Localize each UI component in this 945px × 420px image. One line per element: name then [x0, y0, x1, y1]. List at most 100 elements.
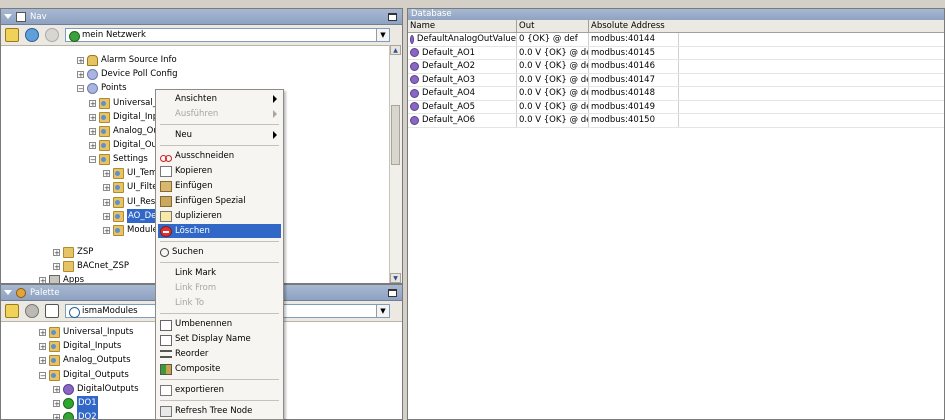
expand-icon[interactable]: + [103, 226, 110, 234]
menu-item-composite[interactable]: Composite [158, 362, 281, 376]
tree-item[interactable]: + Digital_Inputs [39, 339, 121, 353]
tree-item[interactable]: + UI_Filte [103, 180, 158, 194]
table-row[interactable]: Default_AO3 0.0 V {OK} @ def modbus:4014… [408, 73, 944, 87]
expand-icon[interactable]: + [77, 70, 84, 78]
menu-item-ansichten[interactable]: Ansichten [158, 92, 281, 106]
tree-item[interactable]: + Digital_Inpu [89, 110, 164, 124]
export-icon [160, 384, 172, 396]
tree-item[interactable]: − Points [77, 81, 127, 95]
tree-item[interactable]: + DigitalOutputs [53, 382, 139, 396]
table-row[interactable]: Default_AO4 0.0 V {OK} @ def modbus:4014… [408, 87, 944, 101]
cell-address: modbus:40146 [589, 60, 679, 73]
expand-icon[interactable]: + [53, 385, 60, 393]
menu-item-refresh-tree-node[interactable]: Refresh Tree Node [158, 404, 281, 418]
menu-item-link-from[interactable]: Link From [158, 281, 281, 295]
menu-item-loeschen[interactable]: Löschen [158, 224, 281, 238]
network-select[interactable]: mein Netzwerk ▼ [65, 28, 390, 42]
tree-item[interactable]: + Alarm Source Info [77, 53, 177, 67]
scroll-up-icon[interactable]: ▲ [390, 45, 401, 55]
menu-item-einfuegen[interactable]: Einfügen [158, 179, 281, 193]
collapse-icon[interactable] [4, 290, 12, 295]
menu-item-einfuegen-spezial[interactable]: Einfügen Spezial [158, 194, 281, 208]
sync-icon[interactable] [25, 28, 39, 42]
menu-item-link-mark[interactable]: Link Mark [158, 266, 281, 280]
expand-icon[interactable]: + [103, 169, 110, 177]
table-row[interactable]: Default_AO2 0.0 V {OK} @ def modbus:4014… [408, 60, 944, 74]
column-header-address[interactable]: Absolute Address [589, 20, 944, 32]
column-header-out[interactable]: Out [517, 20, 589, 32]
database-titlebar: Database [408, 9, 944, 20]
expand-icon[interactable]: + [103, 212, 110, 220]
expand-icon[interactable]: + [89, 127, 96, 135]
tree-item[interactable]: + Analog_Out [89, 124, 162, 138]
maximize-icon[interactable] [388, 12, 397, 21]
expand-icon[interactable]: + [39, 276, 46, 283]
tree-item[interactable]: + UI_Reso [103, 195, 160, 209]
menu-item-umbenennen[interactable]: Umbenennen [158, 317, 281, 331]
table-row[interactable]: Default_AO6 0.0 V {OK} @ def modbus:4015… [408, 114, 944, 128]
collapse-tree-icon[interactable]: − [77, 84, 84, 92]
collapse-tree-icon[interactable]: − [39, 371, 46, 379]
home-icon[interactable] [5, 28, 19, 42]
tree-item-selected[interactable]: + AO_Def [103, 209, 161, 223]
expand-icon[interactable]: + [39, 342, 46, 350]
open-folder-icon[interactable] [5, 304, 19, 318]
expand-icon[interactable]: + [89, 99, 96, 107]
table-row[interactable]: Default_AO1 0.0 V {OK} @ def modbus:4014… [408, 46, 944, 60]
expand-icon[interactable]: + [89, 113, 96, 121]
tree-item[interactable]: + UI_Tem [103, 166, 157, 180]
expand-icon[interactable]: + [89, 141, 96, 149]
tree-item[interactable]: + Device Poll Config [77, 67, 178, 81]
table-row[interactable]: DefaultAnalogOutValue 0 {OK} @ def modbu… [408, 33, 944, 47]
search-icon[interactable] [45, 304, 59, 318]
expand-icon[interactable]: + [53, 413, 60, 419]
maximize-icon[interactable] [388, 288, 397, 297]
menu-item-duplizieren[interactable]: duplizieren [158, 209, 281, 223]
tree-item[interactable]: + Apps [39, 273, 84, 283]
expand-icon[interactable]: + [103, 198, 110, 206]
scroll-down-icon[interactable]: ▼ [390, 273, 401, 283]
tree-item[interactable]: + ZSP [53, 245, 93, 259]
tree-item[interactable]: + Universal_Inputs [39, 325, 133, 339]
nav-scrollbar[interactable]: ▲ ▼ [389, 45, 402, 283]
cell-out: 0 {OK} @ def [517, 33, 589, 46]
expand-icon[interactable]: + [77, 56, 84, 64]
cell-name: DefaultAnalogOutValue [408, 33, 517, 46]
cell-out: 0.0 V {OK} @ def [519, 87, 589, 100]
tree-item[interactable]: + BACnet_ZSP [53, 259, 129, 273]
stop-icon[interactable] [45, 28, 59, 42]
chevron-down-icon[interactable]: ▼ [376, 29, 389, 41]
tree-item[interactable]: − Digital_Outputs [39, 368, 129, 382]
tree-item-selected[interactable]: + DO2 [53, 410, 98, 419]
menu-item-reorder[interactable]: Reorder [158, 347, 281, 361]
tree-item[interactable]: + Universal_In [89, 96, 165, 110]
nav-titlebar: Nav [1, 9, 402, 25]
expand-icon[interactable]: + [53, 262, 60, 270]
tree-item[interactable]: + Analog_Outputs [39, 353, 131, 367]
scroll-thumb[interactable] [391, 105, 400, 165]
submenu-arrow-icon [273, 95, 277, 103]
collapse-tree-icon[interactable]: − [89, 155, 96, 163]
expand-icon[interactable]: + [39, 356, 46, 364]
menu-item-ausschneiden[interactable]: Ausschneiden [158, 149, 281, 163]
column-header-name[interactable]: Name [408, 20, 517, 32]
folder-icon [49, 369, 60, 381]
tree-item-selected[interactable]: + DO1 [53, 396, 98, 410]
menu-item-ausfuehren[interactable]: Ausführen [158, 107, 281, 121]
chevron-down-icon[interactable]: ▼ [376, 305, 389, 317]
collapse-icon[interactable] [4, 14, 12, 19]
expand-icon[interactable]: + [103, 183, 110, 191]
menu-item-link-to[interactable]: Link To [158, 296, 281, 310]
table-row[interactable]: Default_AO5 0.0 V {OK} @ def modbus:4014… [408, 100, 944, 114]
tree-item[interactable]: + Module [103, 223, 158, 237]
menu-item-kopieren[interactable]: Kopieren [158, 164, 281, 178]
expand-icon[interactable]: + [53, 248, 60, 256]
menu-item-set-display-name[interactable]: Set Display Name [158, 332, 281, 346]
close-icon[interactable] [25, 304, 39, 318]
menu-item-suchen[interactable]: Suchen [158, 245, 281, 259]
expand-icon[interactable]: + [53, 399, 60, 407]
tree-item[interactable]: − Settings [89, 152, 148, 166]
menu-item-neu[interactable]: Neu [158, 128, 281, 142]
menu-item-exportieren[interactable]: exportieren [158, 383, 281, 397]
expand-icon[interactable]: + [39, 328, 46, 336]
